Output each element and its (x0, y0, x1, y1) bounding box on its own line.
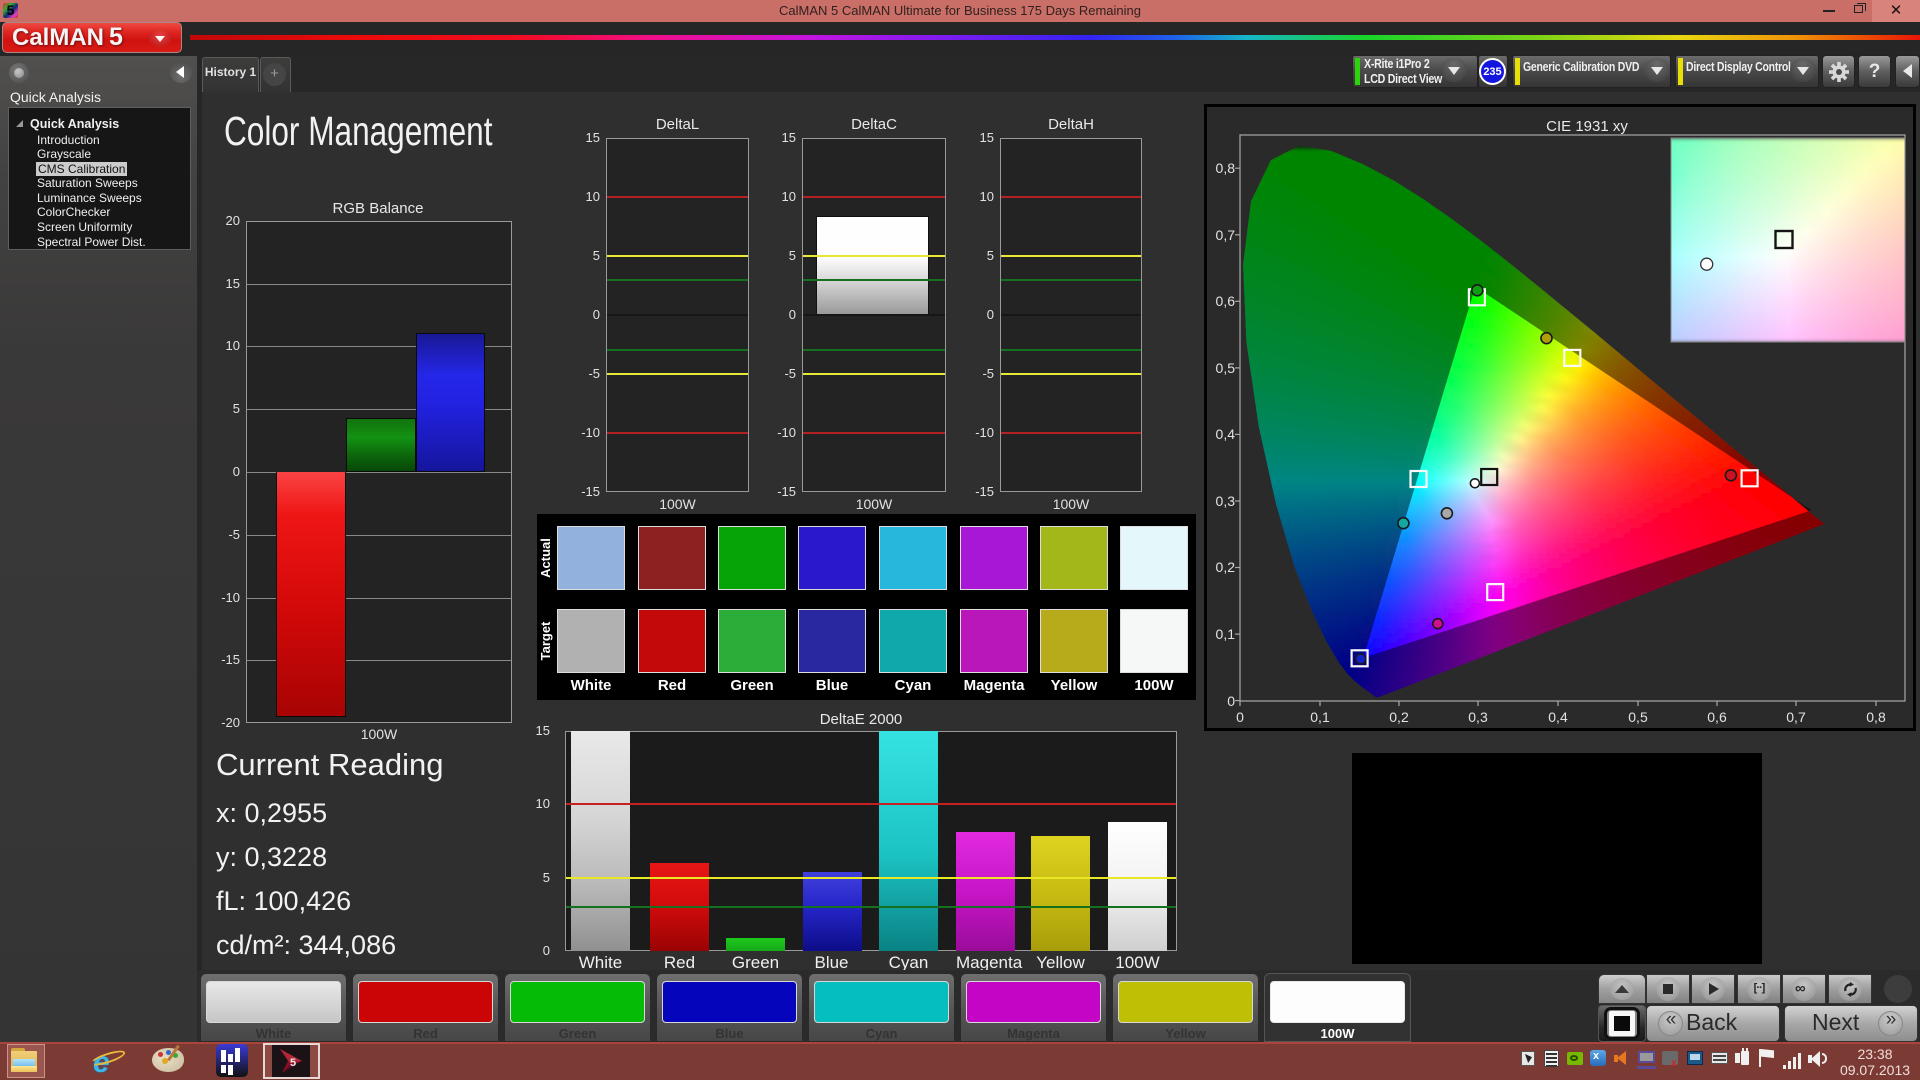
svg-text:0,1: 0,1 (1310, 709, 1330, 725)
svg-text:0,2: 0,2 (1389, 709, 1409, 725)
svg-text:0,6: 0,6 (1216, 293, 1236, 309)
svg-text:0,7: 0,7 (1216, 227, 1236, 243)
svg-text:0,6: 0,6 (1707, 709, 1727, 725)
svg-text:0,4: 0,4 (1548, 709, 1568, 725)
svg-text:0,7: 0,7 (1786, 709, 1806, 725)
svg-text:0,3: 0,3 (1216, 493, 1236, 509)
svg-text:5: 5 (290, 1057, 296, 1069)
svg-text:0,5: 0,5 (1628, 709, 1648, 725)
svg-text:0,2: 0,2 (1216, 559, 1236, 575)
svg-text:0,8: 0,8 (1866, 709, 1886, 725)
svg-text:0,3: 0,3 (1468, 709, 1488, 725)
svg-text:0,5: 0,5 (1216, 360, 1236, 376)
svg-text:0: 0 (1227, 693, 1235, 709)
svg-text:0,4: 0,4 (1216, 426, 1236, 442)
svg-text:0: 0 (1236, 709, 1244, 725)
svg-text:0,1: 0,1 (1216, 626, 1236, 642)
svg-text:0,8: 0,8 (1216, 160, 1236, 176)
svg-text:CIE 1931 xy: CIE 1931 xy (1546, 118, 1628, 135)
